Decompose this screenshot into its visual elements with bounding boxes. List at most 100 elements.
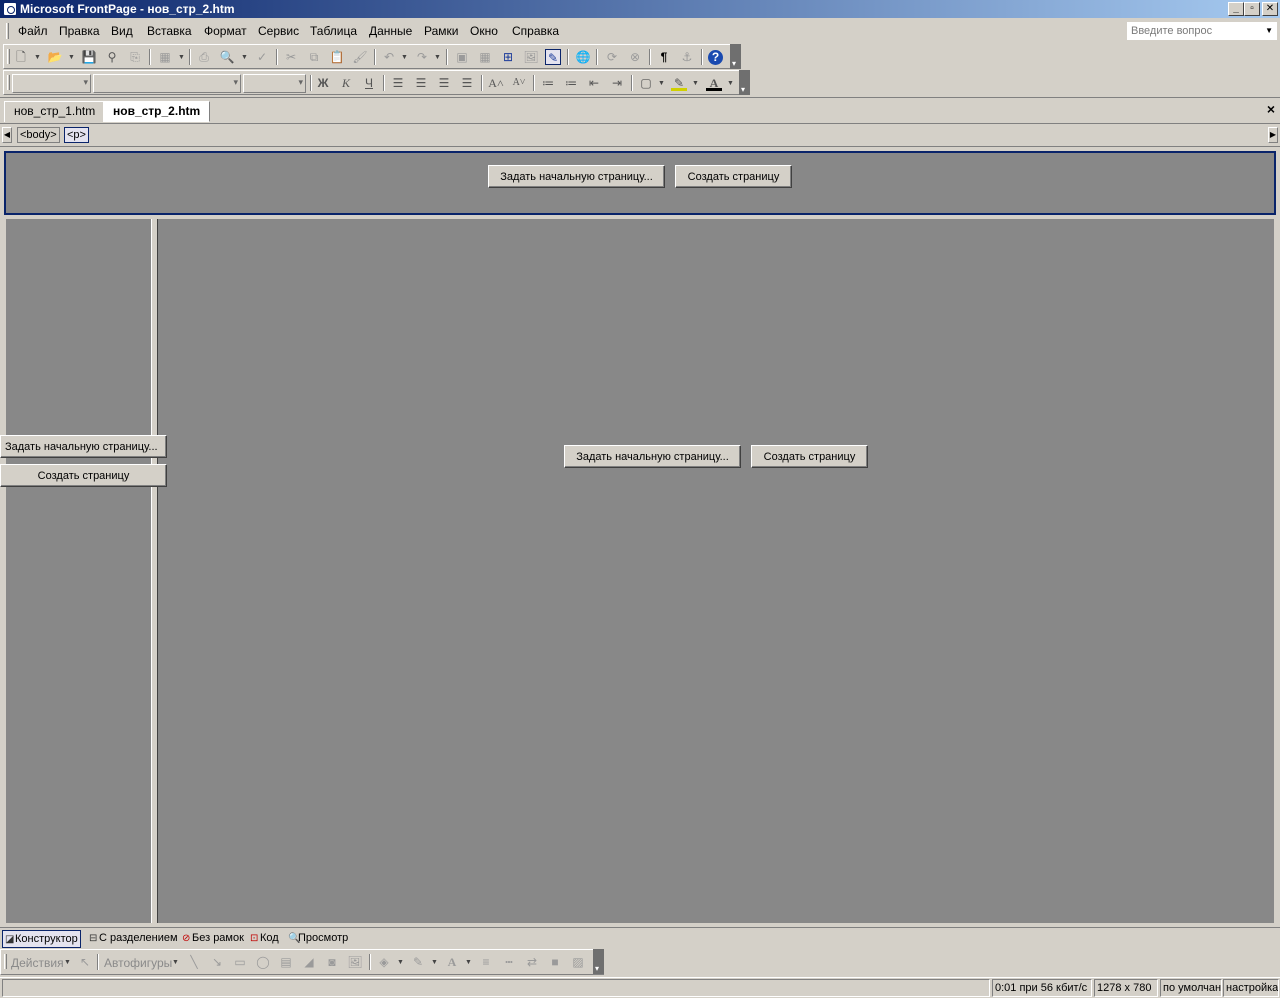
stop-icon[interactable]: ⊗ [627,49,643,65]
draw-actions-menu[interactable]: Действия [11,956,64,970]
chevron-down-icon[interactable]: ▼ [64,959,71,966]
select-objects-icon[interactable]: ↖ [77,954,93,970]
page-size[interactable]: 1278 x 780 [1094,979,1158,997]
chevron-down-icon[interactable]: ▼ [1265,23,1273,39]
chevron-down-icon[interactable]: ▼ [68,54,75,61]
chevron-down-icon[interactable]: ▼ [397,959,404,966]
new-page-icon[interactable]: 🗋 [13,49,29,65]
toolbar-grip[interactable] [4,954,7,969]
insert-table-icon[interactable]: ▦ [477,49,493,65]
highlight-icon[interactable]: ✎ [671,75,687,91]
custom-settings[interactable]: настройка [1223,979,1279,997]
chevron-down-icon[interactable]: ▼ [692,80,699,87]
insert-layer-icon[interactable]: ▣ [454,49,470,65]
top-set-initial-page-button[interactable]: Задать начальную страницу... [488,165,665,188]
increase-indent-icon[interactable]: ⇥ [609,75,625,91]
tag-body[interactable]: <body> [17,127,60,143]
underline-button[interactable]: Ч [361,75,377,91]
menu-data[interactable]: Данные [369,24,412,38]
toolbar-grip[interactable] [7,75,10,90]
wordart-icon[interactable]: ◢ [301,954,317,970]
web-component-icon[interactable]: ▦ [157,49,173,65]
chevron-down-icon[interactable]: ▼ [172,959,179,966]
hyperlink-icon[interactable]: 🌐 [575,49,591,65]
main-set-initial-page-button[interactable]: Задать начальную страницу... [564,445,741,468]
redo-icon[interactable]: ↷ [414,49,430,65]
copy-icon[interactable]: ⧉ [306,49,322,65]
scroll-left-icon[interactable]: ◀ [2,127,12,143]
frontpage-app-icon[interactable] [3,2,17,16]
save-icon[interactable]: 💾 [81,49,97,65]
format-painter-icon[interactable]: 🖌 [352,49,368,65]
rectangle-icon[interactable]: ▭ [232,954,248,970]
tag-p[interactable]: <p> [64,127,89,143]
menu-insert[interactable]: Вставка [147,24,192,38]
menu-grip[interactable] [6,23,9,39]
numbered-list-icon[interactable]: ≔ [540,75,556,91]
decrease-font-icon[interactable]: A˅ [511,75,527,91]
download-time[interactable]: 0:01 при 56 кбит/с [992,979,1092,997]
layout-table-icon[interactable]: ⊞ [500,49,516,65]
line-color-icon[interactable]: ✎ [410,954,426,970]
align-left-icon[interactable]: ☰ [390,75,406,91]
top-new-page-button[interactable]: Создать страницу [675,165,792,188]
arrow-style-icon[interactable]: ⇄ [524,954,540,970]
drawing-icon[interactable]: ✎ [545,49,561,65]
align-right-icon[interactable]: ☰ [436,75,452,91]
toolbar-options-icon[interactable] [739,70,750,95]
menu-file[interactable]: Файл [18,24,48,38]
fill-color-icon[interactable]: ◈ [376,954,392,970]
autoshapes-menu[interactable]: Автофигуры [104,956,172,970]
oval-icon[interactable]: ◯ [255,954,271,970]
close-document-icon[interactable]: × [1267,101,1275,117]
menu-window[interactable]: Окно [470,24,498,38]
pilcrow-icon[interactable]: ¶ [656,49,672,65]
arrow-icon[interactable]: ↘ [209,954,225,970]
chevron-down-icon[interactable]: ▼ [658,80,665,87]
default-mode[interactable]: по умолчанию [1160,979,1222,997]
anchor-icon[interactable]: ⚓ [679,49,695,65]
menu-edit[interactable]: Правка [59,24,100,38]
undo-icon[interactable]: ↶ [381,49,397,65]
chevron-down-icon[interactable]: ▼ [727,80,734,87]
bold-button[interactable]: Ж [315,75,331,91]
font-select[interactable] [93,74,241,93]
font-color-icon[interactable]: A [444,954,460,970]
frame-splitter[interactable] [151,219,158,923]
chevron-down-icon[interactable]: ▼ [434,54,441,61]
clip-art-icon[interactable]: ◙ [324,954,340,970]
restore-button[interactable]: ▫ [1244,2,1260,16]
dash-style-icon[interactable]: ┅ [501,954,517,970]
ask-question-box[interactable]: Введите вопрос ▼ [1127,22,1277,40]
insert-picture-icon[interactable]: 🖼 [347,954,363,970]
text-box-icon[interactable]: ▤ [278,954,294,970]
binoculars-search-icon[interactable]: ⚲ [104,49,120,65]
chevron-down-icon[interactable]: ▼ [34,54,41,61]
open-folder-icon[interactable]: 📂 [47,49,63,65]
menu-tools[interactable]: Сервис [258,24,299,38]
tab-nov-str-1[interactable]: нов_стр_1.htm [4,101,106,122]
line-icon[interactable]: ╲ [186,954,202,970]
tab-design-view[interactable]: ◪Конструктор [2,930,81,948]
cut-icon[interactable]: ✂ [283,49,299,65]
minimize-button[interactable]: _ [1228,2,1244,16]
main-new-page-button[interactable]: Создать страницу [751,445,868,468]
italic-button[interactable]: К [338,75,354,91]
menu-table[interactable]: Таблица [310,24,357,38]
left-set-initial-page-button[interactable]: Задать начальную страницу... [0,435,167,458]
refresh-icon[interactable]: ⟳ [604,49,620,65]
toolbar-grip[interactable] [7,49,10,64]
scroll-right-icon[interactable]: ▶ [1268,127,1278,143]
top-frame[interactable]: Задать начальную страницу... Создать стр… [4,151,1276,215]
menu-help[interactable]: Справка [512,24,559,38]
main-frame[interactable]: Задать начальную страницу... Создать стр… [158,219,1274,923]
close-window-button[interactable]: ✕ [1262,2,1278,16]
menu-format[interactable]: Формат [204,24,247,38]
preview-icon[interactable]: 🔍 [219,49,235,65]
menu-frames[interactable]: Рамки [424,24,458,38]
print-icon[interactable]: ⎙ [196,49,212,65]
bulleted-list-icon[interactable]: ≔ [563,75,579,91]
help-icon[interactable]: ? [708,50,723,65]
publish-icon[interactable]: ⎘ [127,49,143,65]
borders-icon[interactable]: ▢ [638,75,654,91]
